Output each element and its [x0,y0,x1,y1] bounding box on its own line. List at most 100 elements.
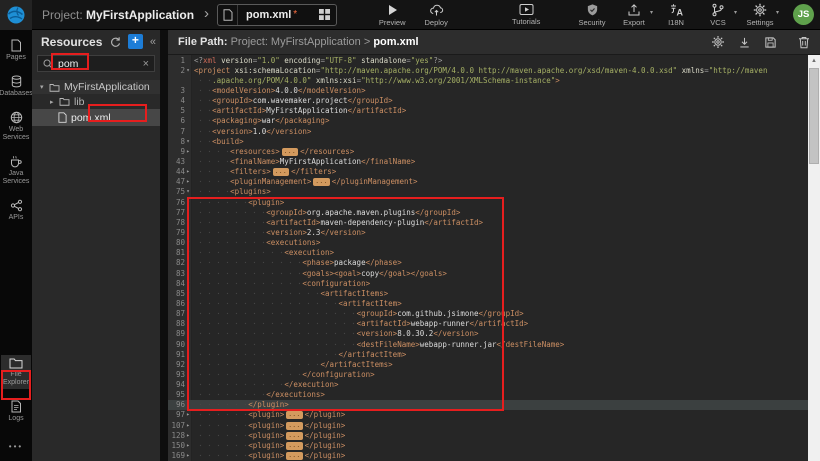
fold-open-icon[interactable]: ▾ [185,67,191,74]
folded-region-marker[interactable]: ... [273,168,289,176]
folded-region-marker[interactable]: ... [286,411,302,419]
preview-button[interactable]: Preview [375,3,409,27]
grid-icon[interactable] [319,9,330,20]
code-line[interactable]: 43▸ <finalName>MyFirstApplication</final… [168,156,808,166]
collapse-panel-icon[interactable]: « [150,36,156,48]
code-line[interactable]: 150▸ <plugin>...</plugin> [168,440,808,450]
code-line[interactable]: 95▸ </executions> [168,390,808,400]
export-button[interactable]: ▾ Export [617,3,651,27]
code-line[interactable]: 2▾<project xsi:schemaLocation="http://ma… [168,65,808,75]
code-line[interactable]: ▸ .apache.org/POM/4.0.0" xmlns:xsi="http… [168,75,808,85]
deploy-button[interactable]: Deploy [419,3,453,27]
code-line[interactable]: 76▾ <plugin> [168,197,808,207]
code-line[interactable]: 44▸ <filters>...</filters> [168,167,808,177]
scroll-up-icon[interactable]: ▲ [808,55,820,67]
code-line[interactable]: 81▾ <execution> [168,248,808,258]
fold-closed-icon[interactable]: ▸ [185,422,191,429]
resources-search[interactable]: pom × [37,55,155,72]
fold-closed-icon[interactable]: ▸ [185,168,191,175]
tab-pom-xml[interactable]: pom.xml * [217,4,337,26]
tree-item-pom-xml[interactable]: pom.xml [32,109,160,126]
code-line[interactable]: 89▸ <version>8.0.30.2</version> [168,329,808,339]
code-line[interactable]: 79▸ <version>2.3</version> [168,227,808,237]
code-line[interactable]: 87▸ <groupId>com.github.jsimone</groupId… [168,309,808,319]
sidebar-item-java-services[interactable]: Java Services [1,153,31,188]
editor-scrollbar[interactable]: ▲ [808,55,820,461]
code-line[interactable]: 94▸ </execution> [168,380,808,390]
fold-open-icon[interactable]: ▾ [185,249,191,256]
code-line[interactable]: 75▾ <plugins> [168,187,808,197]
fold-open-icon[interactable]: ▾ [185,188,191,195]
code-line[interactable]: 128▸ <plugin>...</plugin> [168,430,808,440]
folded-region-marker[interactable]: ... [282,148,298,156]
delete-button[interactable] [798,36,810,49]
fold-closed-icon[interactable]: ▸ [185,442,191,449]
code-line[interactable]: 90▸ <destFileName>webapp-runner.jar</des… [168,339,808,349]
sidebar-item-databases[interactable]: Databases [1,73,31,100]
code-line[interactable]: 47▸ <pluginManagement>...</pluginManagem… [168,177,808,187]
sidebar-item-web-services[interactable]: Web Services [1,109,31,144]
fold-closed-icon[interactable]: ▸ [185,452,191,459]
fold-open-icon[interactable]: ▾ [185,290,191,297]
code-line[interactable]: 80▾ <executions> [168,238,808,248]
refresh-icon[interactable] [109,36,121,48]
fold-open-icon[interactable]: ▾ [185,138,191,145]
tree-item-lib[interactable]: ▸ lib [32,95,160,108]
code-line[interactable]: 169▸ <plugin>...</plugin> [168,450,808,460]
vcs-button[interactable]: ▾ VCS [701,3,735,27]
fold-open-icon[interactable]: ▾ [185,239,191,246]
sidebar-item-apis[interactable]: APIs [1,197,31,224]
code-line[interactable]: 3▸ <modelVersion>4.0.0</modelVersion> [168,85,808,95]
settings-button[interactable]: ▾ Settings [743,3,777,27]
add-resource-button[interactable]: + [128,34,143,49]
sidebar-item-logs[interactable]: Logs [1,398,31,425]
code-line[interactable]: 91▸ </artifactItem> [168,349,808,359]
caret-right-icon[interactable]: ▸ [50,98,59,106]
code-line[interactable]: 1▸<?xml version="1.0" encoding="UTF-8" s… [168,55,808,65]
sidebar-item-file-explorer[interactable]: File Explorer [1,355,31,389]
tutorials-button[interactable]: Tutorials [509,3,543,26]
code-line[interactable]: 84▾ <configuration> [168,278,808,288]
code-line[interactable]: 6▸ <packaging>war</packaging> [168,116,808,126]
code-line[interactable]: 8▾ <build> [168,136,808,146]
file-settings-button[interactable] [711,35,725,49]
download-button[interactable] [738,36,751,49]
code-line[interactable]: 4▸ <groupId>com.wavemaker.project</group… [168,96,808,106]
app-logo[interactable] [0,0,32,30]
folded-region-marker[interactable]: ... [286,432,302,440]
fold-open-icon[interactable]: ▾ [185,300,191,307]
tree-item-project-root[interactable]: ▾ MyFirstApplication [32,80,160,94]
code-line[interactable]: 78▸ <artifactId>maven-dependency-plugin<… [168,217,808,227]
security-button[interactable]: Security [575,3,609,27]
code-line[interactable]: 82▸ <phase>package</phase> [168,258,808,268]
code-line[interactable]: 92▸ </artifactItems> [168,359,808,369]
fold-closed-icon[interactable]: ▸ [185,411,191,418]
code-line[interactable]: 83▸ <goals><goal>copy</goal></goals> [168,268,808,278]
clear-search-icon[interactable]: × [143,58,149,70]
code-line[interactable]: 107▸ <plugin>...</plugin> [168,420,808,430]
fold-closed-icon[interactable]: ▸ [185,148,191,155]
code-line[interactable]: 93▸ </configuration> [168,369,808,379]
caret-down-icon[interactable]: ▾ [40,83,49,91]
code-line[interactable]: 5▸ <artifactId>MyFirstApplication</artif… [168,106,808,116]
folded-region-marker[interactable]: ... [313,178,329,186]
code-line[interactable]: 86▾ <artifactItem> [168,298,808,308]
search-input[interactable]: pom [58,58,143,70]
fold-closed-icon[interactable]: ▸ [185,432,191,439]
i18n-button[interactable]: A I18N [659,3,693,27]
fold-open-icon[interactable]: ▾ [185,280,191,287]
scrollbar-thumb[interactable] [809,68,819,164]
code-line[interactable]: 85▾ <artifactItems> [168,288,808,298]
sidebar-item-pages[interactable]: Pages [1,37,31,64]
code-line[interactable]: 88▸ <artifactId>webapp-runner</artifactI… [168,319,808,329]
fold-open-icon[interactable]: ▾ [185,199,191,206]
save-button[interactable] [764,36,777,49]
code-line[interactable]: 7▸ <version>1.0</version> [168,126,808,136]
code-line[interactable]: 97▸ <plugin>...</plugin> [168,410,808,420]
code-editor[interactable]: 1▸<?xml version="1.0" encoding="UTF-8" s… [168,55,808,461]
code-line[interactable]: 9▸ <resources>...</resources> [168,146,808,156]
folded-region-marker[interactable]: ... [286,422,302,430]
code-line[interactable]: 77▸ <groupId>org.apache.maven.plugins</g… [168,207,808,217]
user-avatar[interactable]: JS [793,4,814,25]
code-line[interactable]: 96▸ </plugin> [168,400,808,410]
